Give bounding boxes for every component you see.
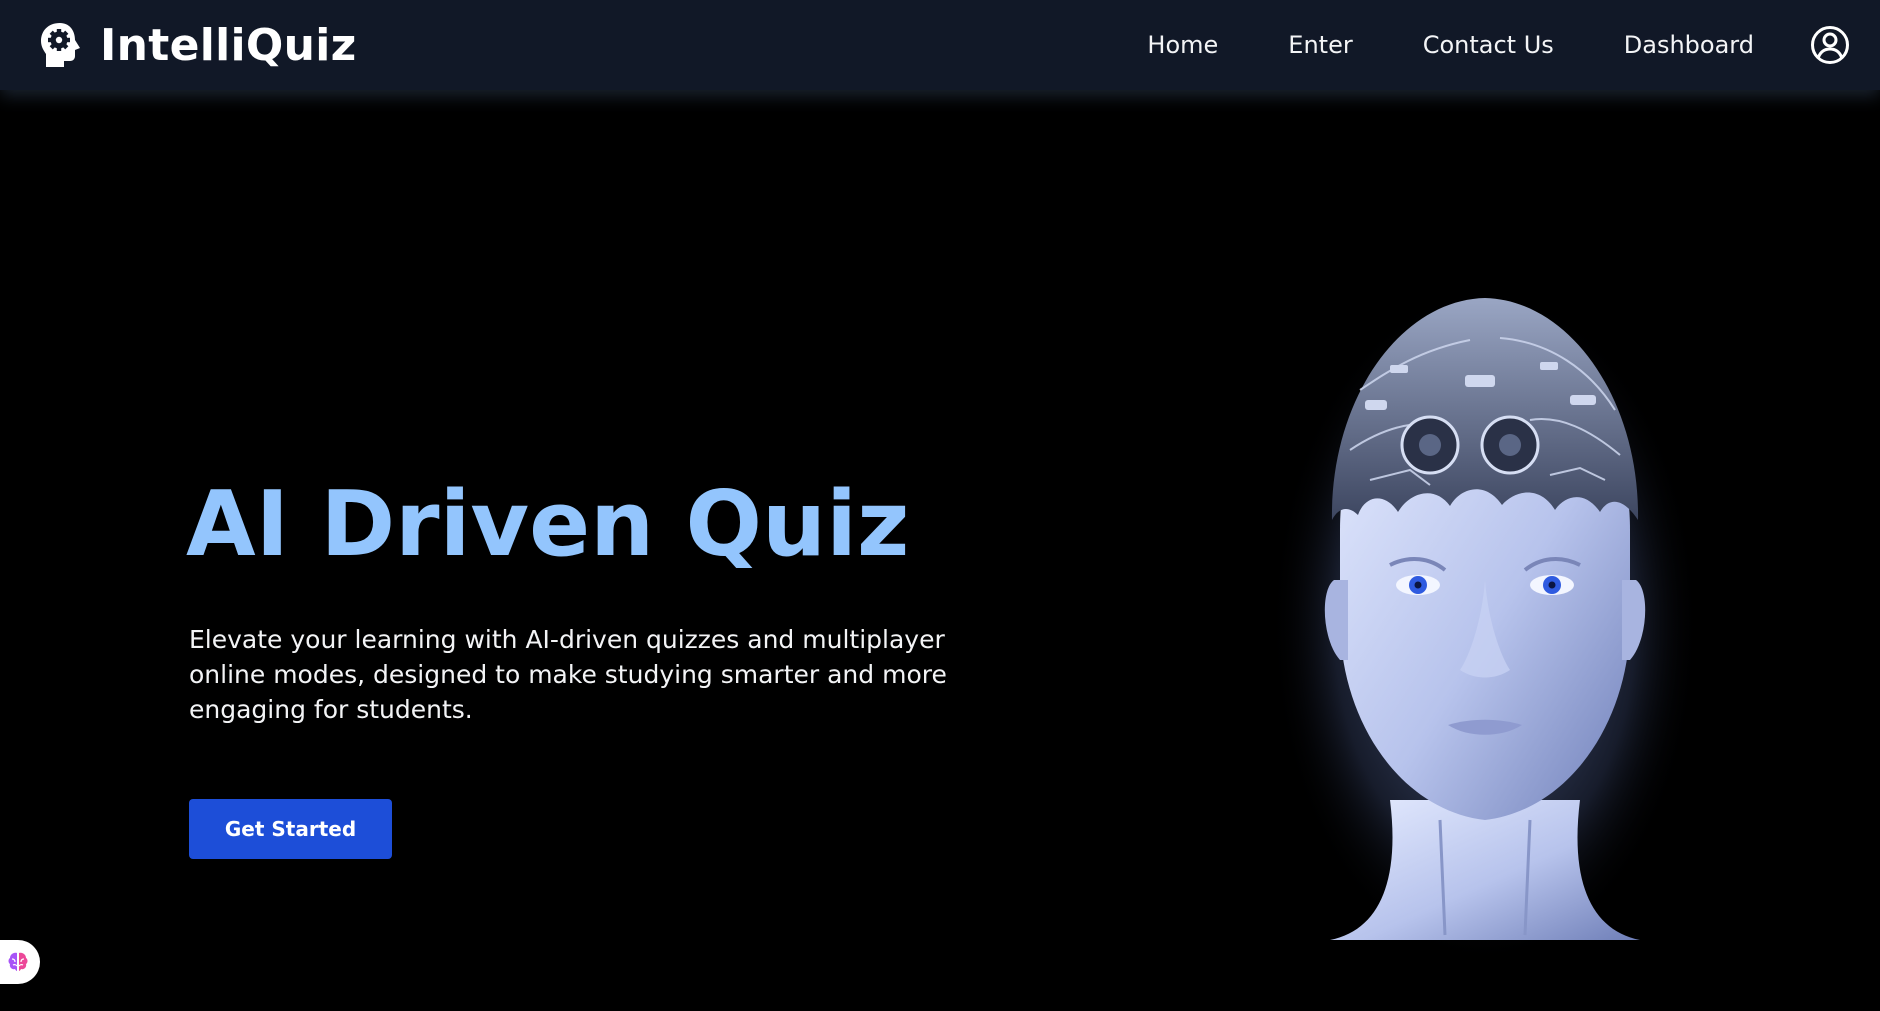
nav-link-home[interactable]: Home	[1147, 31, 1218, 59]
brain-icon	[8, 952, 28, 971]
robotic-head-illustration	[1270, 285, 1700, 965]
nav-menu: Home Enter Contact Us Dashboard	[1147, 25, 1850, 65]
brand-name: IntelliQuiz	[100, 19, 357, 71]
brand[interactable]: IntelliQuiz	[38, 20, 357, 71]
hero-title: AI Driven Quiz	[186, 472, 910, 577]
get-started-button[interactable]: Get Started	[189, 799, 392, 859]
nav-link-contact-us[interactable]: Contact Us	[1423, 31, 1554, 59]
floating-widget[interactable]	[0, 940, 40, 984]
nav-link-dashboard[interactable]: Dashboard	[1624, 31, 1754, 59]
navbar: IntelliQuiz Home Enter Contact Us Dashbo…	[0, 0, 1880, 90]
hero-description: Elevate your learning with AI-driven qui…	[189, 625, 947, 724]
head-gear-icon	[41, 23, 80, 67]
nav-link-enter[interactable]: Enter	[1288, 31, 1352, 59]
user-circle-icon[interactable]	[1810, 25, 1850, 65]
